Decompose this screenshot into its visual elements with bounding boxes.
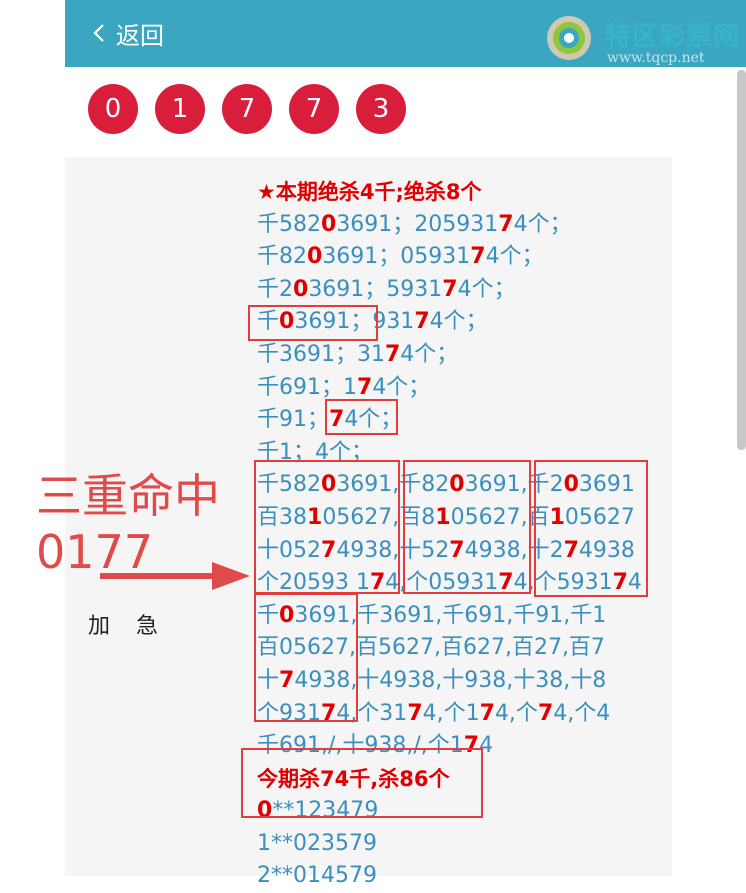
line-text: 4个； xyxy=(485,244,544,270)
logo-url: www.tqcp.net xyxy=(607,50,705,66)
highlight-box xyxy=(254,593,358,722)
line-text: 千691；1 xyxy=(257,374,357,400)
chevron-left-icon xyxy=(93,24,104,42)
site-logo: 特区彩票网 www.tqcp.net xyxy=(545,10,745,66)
highlight-digit: 7 xyxy=(414,309,430,335)
highlight-digit: 7 xyxy=(442,276,458,302)
prediction-line: 千91；74个； xyxy=(257,404,642,437)
line-text: 1**023579 xyxy=(257,830,377,856)
line-text: 3691；05931 xyxy=(322,244,471,270)
highlight-digit: 7 xyxy=(407,700,423,726)
section-heading: ★本期绝杀4千;绝杀8个 xyxy=(257,176,642,209)
line-text: 绝杀8个 xyxy=(403,180,482,204)
line-text: ; xyxy=(395,180,404,204)
result-ball: 0 xyxy=(88,84,138,134)
prediction-line: 千691；174个； xyxy=(257,372,642,405)
highlight-digit: 7 xyxy=(357,374,373,400)
line-text: 4个； xyxy=(372,374,431,400)
highlight-box xyxy=(325,399,398,435)
line-text: 3691；5931 xyxy=(308,276,443,302)
line-text: 4个； xyxy=(457,276,516,302)
highlight-box xyxy=(254,460,400,594)
line-text: 千2 xyxy=(257,276,293,302)
urgent-label: 加急 xyxy=(88,614,185,639)
line-text: 4,个1 xyxy=(422,700,480,726)
line-text: ★本期绝杀4千 xyxy=(257,180,396,204)
highlight-digit: 7 xyxy=(479,700,495,726)
highlight-digit: 0 xyxy=(293,276,309,302)
highlight-digit: 7 xyxy=(384,341,401,367)
line-text: 4个； xyxy=(513,211,572,237)
highlight-digit: 7 xyxy=(470,244,486,270)
highlight-digit: 0 xyxy=(307,244,323,270)
highlight-digit: 7 xyxy=(498,211,514,237)
prediction-line: 千58203691；20593174个； xyxy=(257,209,642,242)
result-ball: 1 xyxy=(155,84,205,134)
line-text: 4,个 xyxy=(494,700,538,726)
back-label: 返回 xyxy=(116,21,164,50)
line-text: 4个； xyxy=(429,309,488,335)
highlight-box xyxy=(248,305,378,341)
highlight-box xyxy=(403,460,531,594)
prediction-line: 2**014579 xyxy=(257,860,642,893)
line-text: 千582 xyxy=(257,211,321,237)
result-ball: 7 xyxy=(222,84,272,134)
line-text: 千3691；31 xyxy=(257,341,385,367)
line-text: 千82 xyxy=(257,244,307,270)
result-balls: 0 1 7 7 3 xyxy=(88,84,423,134)
highlight-box xyxy=(534,460,648,597)
prediction-line: 千203691；593174个； xyxy=(257,274,642,307)
scrollbar[interactable] xyxy=(737,70,746,450)
result-ball: 3 xyxy=(356,84,406,134)
back-button[interactable]: 返回 xyxy=(88,15,164,51)
highlight-digit: 7 xyxy=(537,700,554,726)
prediction-line: 千8203691；0593174个； xyxy=(257,241,642,274)
result-ball: 7 xyxy=(289,84,339,134)
logo-emblem-icon xyxy=(547,16,591,60)
line-text: 4,个4 xyxy=(553,700,611,726)
highlight-digit: 0 xyxy=(321,211,337,237)
arrow-icon xyxy=(100,562,250,590)
logo-title: 特区彩票网 xyxy=(605,22,741,52)
prediction-line: 千3691；3174个； xyxy=(257,339,642,372)
annotation-line1: 三重命中 xyxy=(36,469,220,523)
highlight-box xyxy=(241,748,483,818)
prediction-line: 1**023579 xyxy=(257,828,642,861)
line-text: 千91； xyxy=(257,407,329,433)
line-text: 4个； xyxy=(400,341,459,367)
line-text: 3691；205931 xyxy=(336,211,499,237)
